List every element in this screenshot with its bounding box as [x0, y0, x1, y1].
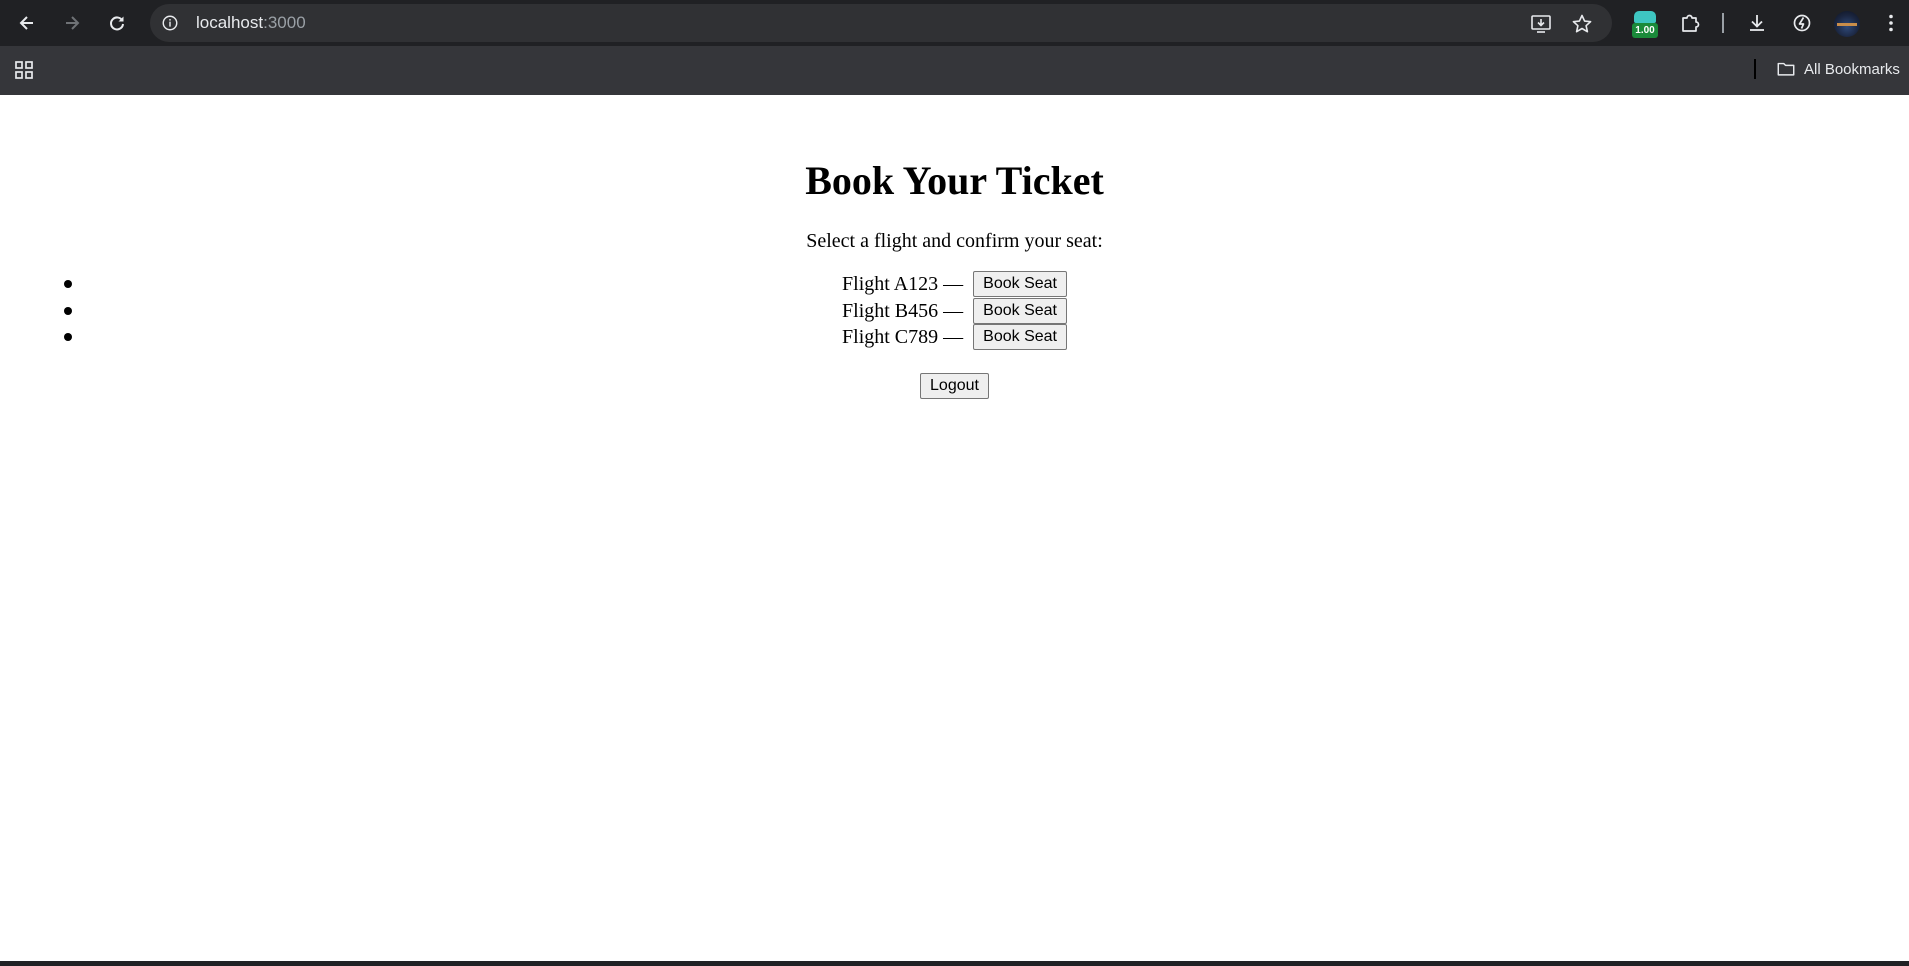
bookmark-star-icon[interactable] — [1571, 13, 1593, 35]
arrow-left-icon — [19, 16, 33, 30]
menu-kebab-icon[interactable] — [1877, 9, 1905, 37]
page-subtitle: Select a flight and confirm your seat: — [806, 230, 1103, 252]
flight-list: Flight A123 — Book Seat Flight B456 — Bo… — [0, 271, 1909, 351]
bookmarks-bar — [0, 46, 1909, 95]
performance-icon[interactable] — [1788, 9, 1816, 37]
folder-icon — [1777, 62, 1795, 76]
list-bullet — [64, 333, 72, 341]
site-info-icon[interactable] — [160, 13, 180, 33]
page-content: Book Your Ticket Select a flight and con… — [0, 95, 1909, 961]
book-seat-button[interactable]: Book Seat — [973, 324, 1067, 351]
profile-avatar[interactable] — [1834, 11, 1860, 37]
reload-button[interactable] — [103, 9, 131, 37]
bookmarks-divider — [1754, 59, 1756, 79]
extensions-puzzle-icon[interactable] — [1676, 9, 1704, 37]
flight-label: Flight B456 — — [842, 299, 969, 322]
all-bookmarks-label: All Bookmarks — [1804, 60, 1900, 78]
browser-toolbar: localhost:3000 1.00 — [0, 0, 1909, 46]
logout-button[interactable]: Logout — [920, 373, 989, 399]
url-text: localhost:3000 — [196, 4, 306, 42]
back-button[interactable] — [13, 9, 41, 37]
extension-badge[interactable]: 1.00 — [1632, 9, 1658, 39]
url-port: :3000 — [263, 13, 306, 32]
flight-list-item: Flight C789 — Book Seat — [0, 324, 1909, 351]
flight-label: Flight A123 — — [842, 273, 969, 296]
flight-list-item: Flight B456 — Book Seat — [0, 297, 1909, 325]
logout-container: Logout — [0, 373, 1909, 399]
address-bar[interactable]: localhost:3000 — [150, 4, 1612, 42]
page-title: Book Your Ticket — [805, 158, 1104, 203]
extension-icon — [1634, 11, 1656, 23]
extension-badge-label: 1.00 — [1632, 23, 1658, 38]
flight-label: Flight C789 — — [842, 326, 969, 349]
book-seat-button[interactable]: Book Seat — [973, 297, 1067, 324]
apps-grid-icon[interactable] — [12, 58, 36, 82]
list-bullet — [64, 306, 72, 315]
toolbar-divider — [1722, 13, 1724, 33]
window-bottom-edge — [0, 961, 1909, 966]
reload-icon — [110, 16, 124, 31]
flight-list-item: Flight A123 — Book Seat — [0, 271, 1909, 298]
forward-button[interactable] — [58, 9, 86, 37]
downloads-icon[interactable] — [1743, 9, 1771, 37]
book-seat-button[interactable]: Book Seat — [973, 271, 1067, 298]
list-bullet — [64, 280, 72, 288]
install-app-icon[interactable] — [1530, 13, 1552, 35]
arrow-right-icon — [66, 16, 80, 30]
all-bookmarks-button[interactable]: All Bookmarks — [1776, 57, 1900, 81]
url-host: localhost — [196, 13, 264, 32]
